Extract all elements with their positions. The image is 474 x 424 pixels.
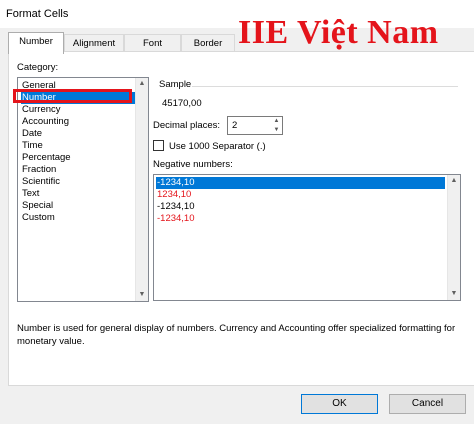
spin-down-icon[interactable]: ▼ (271, 126, 282, 134)
category-label: Category: (17, 62, 59, 73)
negative-numbers-label: Negative numbers: (153, 159, 233, 170)
negative-option[interactable]: -1234,10 (156, 201, 445, 213)
category-item-text[interactable]: Text (21, 188, 138, 200)
scroll-up-icon[interactable]: ▲ (138, 80, 146, 88)
separator-checkbox[interactable] (153, 140, 164, 151)
negative-option[interactable]: -1234,10 (156, 213, 445, 225)
negative-scrollbar[interactable]: ▲ ▼ (447, 175, 460, 300)
category-item-fraction[interactable]: Fraction (21, 164, 138, 176)
category-item-percentage[interactable]: Percentage (21, 152, 138, 164)
cancel-button[interactable]: Cancel (389, 394, 466, 414)
number-tab-panel: Category: General Number Currency Accoun… (8, 51, 474, 386)
tab-number[interactable]: Number (8, 32, 64, 54)
scroll-down-icon[interactable]: ▼ (450, 290, 458, 298)
negative-option[interactable]: 1234,10 (156, 189, 445, 201)
sample-label: Sample (159, 79, 192, 90)
scroll-up-icon[interactable]: ▲ (450, 177, 458, 185)
ok-button[interactable]: OK (301, 394, 378, 414)
tab-font[interactable]: Font (124, 34, 181, 52)
highlight-box (13, 89, 132, 103)
sample-group-line (192, 86, 458, 87)
decimal-places-stepper[interactable]: 2 ▲ ▼ (227, 116, 283, 135)
category-item-date[interactable]: Date (21, 128, 138, 140)
tab-alignment[interactable]: Alignment (64, 34, 124, 52)
negative-numbers-list[interactable]: -1234,10 1234,10 -1234,10 -1234,10 ▲ ▼ (153, 174, 461, 301)
tab-bar: Number Alignment Font Border (0, 32, 474, 54)
separator-label[interactable]: Use 1000 Separator (.) (169, 141, 266, 152)
category-scrollbar[interactable]: ▲ ▼ (135, 78, 148, 301)
category-item-scientific[interactable]: Scientific (21, 176, 138, 188)
scroll-down-icon[interactable]: ▼ (138, 291, 146, 299)
window-title: Format Cells (6, 8, 69, 20)
tab-border[interactable]: Border (181, 34, 235, 52)
category-item-currency[interactable]: Currency (21, 104, 138, 116)
category-item-special[interactable]: Special (21, 200, 138, 212)
decimal-places-value[interactable]: 2 (232, 120, 237, 131)
spin-up-icon[interactable]: ▲ (271, 117, 282, 125)
decimal-places-label: Decimal places: (153, 120, 221, 131)
category-list[interactable]: General Number Currency Accounting Date … (17, 77, 149, 302)
format-description: Number is used for general display of nu… (17, 323, 456, 347)
category-item-custom[interactable]: Custom (21, 212, 138, 224)
category-item-accounting[interactable]: Accounting (21, 116, 138, 128)
negative-option[interactable]: -1234,10 (156, 177, 445, 189)
sample-value: 45170,00 (162, 98, 202, 109)
category-item-time[interactable]: Time (21, 140, 138, 152)
